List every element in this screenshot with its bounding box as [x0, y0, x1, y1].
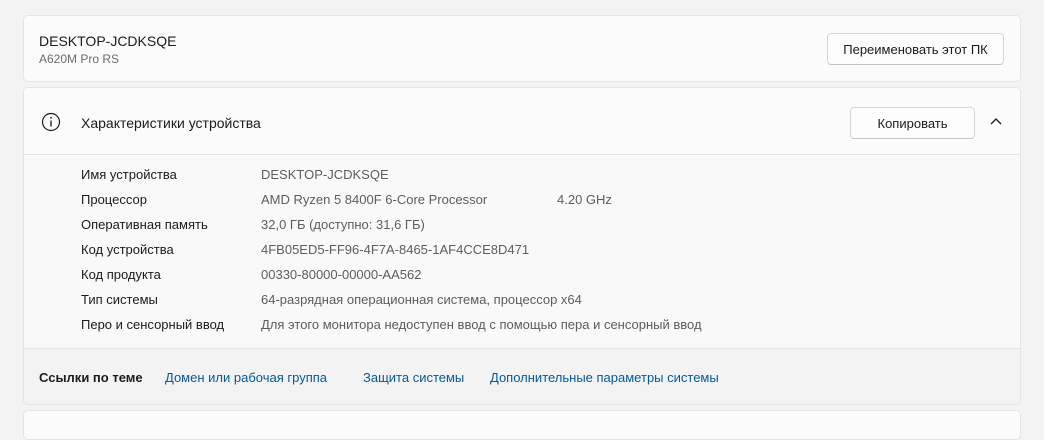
link-advanced-system-settings[interactable]: Дополнительные параметры системы: [490, 370, 719, 385]
related-links-title: Ссылки по теме: [39, 370, 143, 385]
spec-row-device-name: Имя устройства DESKTOP-JCDKSQE: [24, 167, 1020, 187]
spec-label: Тип системы: [81, 292, 158, 307]
spec-row-pen-touch: Перо и сенсорный ввод Для этого монитора…: [24, 317, 1020, 337]
spec-label: Код устройства: [81, 242, 174, 257]
spec-value: Для этого монитора недоступен ввод с пом…: [261, 317, 702, 332]
spec-row-processor: Процессор AMD Ryzen 5 8400F 6-Core Proce…: [24, 192, 1020, 212]
spec-value: DESKTOP-JCDKSQE: [261, 167, 389, 182]
related-links: Ссылки по теме Домен или рабочая группа …: [24, 348, 1020, 404]
link-domain-workgroup[interactable]: Домен или рабочая группа: [165, 370, 327, 385]
spec-value: 64-разрядная операционная система, проце…: [261, 292, 582, 307]
pc-name: DESKTOP-JCDKSQE: [39, 33, 177, 49]
spec-label: Имя устройства: [81, 167, 177, 182]
next-settings-card: [23, 410, 1021, 440]
chevron-up-icon[interactable]: [990, 117, 1002, 125]
spec-row-product-id: Код продукта 00330-80000-00000-AA562: [24, 267, 1020, 287]
spec-value: 32,0 ГБ (доступно: 31,6 ГБ): [261, 217, 425, 232]
spec-value: AMD Ryzen 5 8400F 6-Core Processor: [261, 192, 488, 207]
device-specs-title: Характеристики устройства: [81, 115, 261, 131]
device-specs-header[interactable]: Характеристики устройства Копировать: [24, 88, 1020, 155]
copy-button[interactable]: Копировать: [850, 107, 975, 139]
spec-label: Код продукта: [81, 267, 161, 282]
spec-label: Оперативная память: [81, 217, 208, 232]
spec-row-system-type: Тип системы 64-разрядная операционная си…: [24, 292, 1020, 312]
spec-label: Процессор: [81, 192, 147, 207]
spec-row-device-id: Код устройства 4FB05ED5-FF96-4F7A-8465-1…: [24, 242, 1020, 262]
link-system-protection[interactable]: Защита системы: [363, 370, 464, 385]
processor-frequency: 4.20 GHz: [557, 192, 612, 207]
spec-value: 00330-80000-00000-AA562: [261, 267, 422, 282]
pc-model: A620M Pro RS: [39, 52, 120, 66]
spec-row-ram: Оперативная память 32,0 ГБ (доступно: 31…: [24, 217, 1020, 237]
device-specs-card: Характеристики устройства Копировать Имя…: [23, 87, 1021, 405]
spec-label: Перо и сенсорный ввод: [81, 317, 225, 332]
spec-value: 4FB05ED5-FF96-4F7A-8465-1AF4CCE8D471: [261, 242, 530, 257]
device-specs-list: Имя устройства DESKTOP-JCDKSQE Процессор…: [24, 155, 1020, 348]
info-icon: [41, 112, 61, 132]
rename-pc-button[interactable]: Переименовать этот ПК: [827, 33, 1004, 65]
pc-name-card: DESKTOP-JCDKSQE A620M Pro RS Переименова…: [23, 15, 1021, 82]
